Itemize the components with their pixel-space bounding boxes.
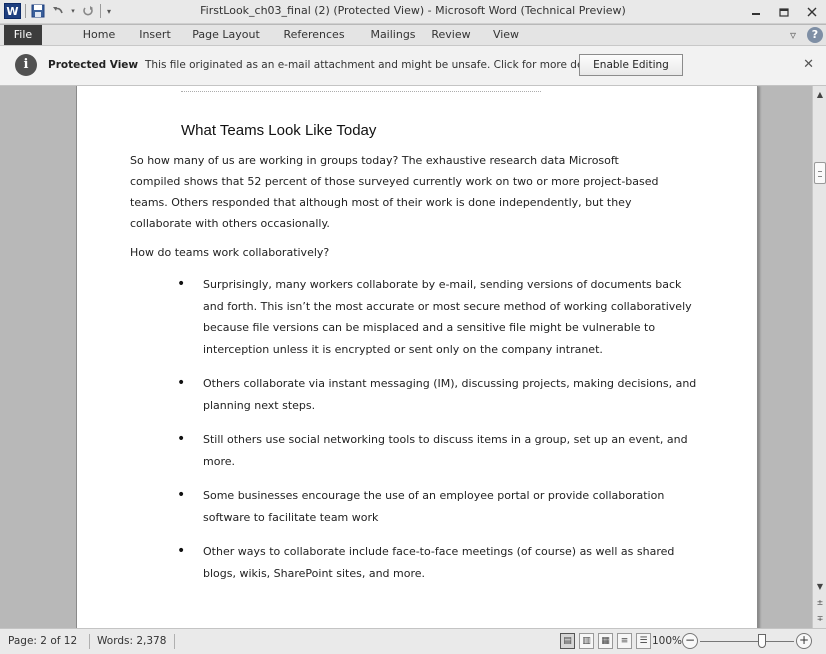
close-icon[interactable] — [798, 0, 826, 24]
status-separator — [174, 634, 175, 649]
web-layout-icon[interactable]: ▦ — [598, 633, 613, 649]
full-screen-reading-icon[interactable]: ▥ — [579, 633, 594, 649]
paragraph: So how many of us are working in groups … — [130, 154, 659, 230]
window-title: FirstLook_ch03_final (2) (Protected View… — [200, 4, 626, 17]
tab-insert[interactable]: Insert — [132, 25, 178, 45]
paragraph: How do teams work collaboratively? — [130, 246, 330, 259]
minimize-ribbon-icon[interactable]: ▿ — [786, 27, 800, 43]
help-icon[interactable]: ? — [806, 27, 824, 43]
zoom-level[interactable]: 100% — [652, 635, 682, 647]
list-item: Still others use social networking tools… — [177, 429, 697, 472]
page-count[interactable]: Page: 2 of 12 — [8, 635, 77, 647]
document-page[interactable]: What Teams Look Like Today So how many o… — [76, 86, 758, 628]
word-logo-icon[interactable]: W — [4, 3, 21, 19]
word-count[interactable]: Words: 2,378 — [97, 635, 166, 647]
status-separator — [89, 634, 90, 649]
tab-review[interactable]: Review — [424, 25, 478, 45]
list-item: Others collaborate via instant messaging… — [177, 373, 697, 416]
undo-dropdown-icon[interactable]: ▾ — [70, 3, 76, 19]
outline-icon[interactable]: ≡ — [617, 633, 632, 649]
zoom-in-icon[interactable]: + — [796, 633, 812, 649]
window-controls — [742, 0, 826, 24]
qat-separator — [25, 4, 26, 18]
enable-editing-button[interactable]: Enable Editing — [579, 54, 683, 76]
protected-view-bar: i Protected View This file originated as… — [0, 46, 826, 86]
list-item: Surprisingly, many workers collaborate b… — [177, 274, 697, 360]
zoom-slider-track[interactable] — [700, 641, 794, 642]
list-item: Other ways to collaborate include face-t… — [177, 541, 697, 584]
protected-view-message[interactable]: This file originated as an e-mail attach… — [145, 59, 609, 71]
ribbon-tabs: File Home Insert Page Layout References … — [0, 25, 826, 46]
minimize-icon[interactable] — [742, 0, 770, 24]
tab-home[interactable]: Home — [76, 25, 122, 45]
tab-references[interactable]: References — [274, 25, 354, 45]
previous-page-icon[interactable]: ± — [813, 596, 826, 610]
scroll-up-icon[interactable]: ▲ — [813, 88, 826, 102]
tab-file[interactable]: File — [4, 25, 42, 45]
print-layout-icon[interactable]: ▤ — [560, 633, 575, 649]
info-icon: i — [15, 54, 37, 76]
qat-separator — [100, 4, 101, 18]
tab-mailings[interactable]: Mailings — [362, 25, 424, 45]
scroll-down-icon[interactable]: ▼ — [813, 580, 826, 594]
zoom-slider-thumb[interactable] — [758, 634, 766, 648]
quick-access-toolbar: W ▾ ▾ — [4, 3, 113, 19]
redo-icon[interactable] — [80, 3, 96, 19]
restore-icon[interactable] — [770, 0, 798, 24]
protected-view-title: Protected View — [48, 59, 139, 71]
previous-line-fragment — [181, 88, 541, 92]
draft-icon[interactable]: ☰ — [636, 633, 651, 649]
zoom-out-icon[interactable]: − — [682, 633, 698, 649]
document-area: What Teams Look Like Today So how many o… — [0, 86, 812, 628]
customize-qat-icon[interactable]: ▾ — [105, 3, 113, 19]
bullet-list: Surprisingly, many workers collaborate b… — [177, 274, 697, 584]
next-page-icon[interactable]: ∓ — [813, 612, 826, 626]
undo-icon[interactable] — [50, 3, 66, 19]
tab-page-layout[interactable]: Page Layout — [186, 25, 266, 45]
save-icon[interactable] — [30, 3, 46, 19]
scrollbar-thumb[interactable] — [814, 162, 826, 184]
vertical-scrollbar[interactable]: ▲ ▼ ± ∓ — [812, 86, 826, 628]
section-heading: What Teams Look Like Today — [181, 122, 377, 139]
status-bar: Page: 2 of 12 Words: 2,378 ▤ ▥ ▦ ≡ ☰ 100… — [0, 628, 826, 654]
tab-view[interactable]: View — [484, 25, 528, 45]
view-buttons: ▤ ▥ ▦ ≡ ☰ — [560, 633, 651, 649]
list-item: Some businesses encourage the use of an … — [177, 485, 697, 528]
title-bar: W ▾ ▾ FirstLook_ch03_final (2) (Protecte… — [0, 0, 826, 24]
close-message-bar-icon[interactable]: ✕ — [803, 57, 814, 72]
